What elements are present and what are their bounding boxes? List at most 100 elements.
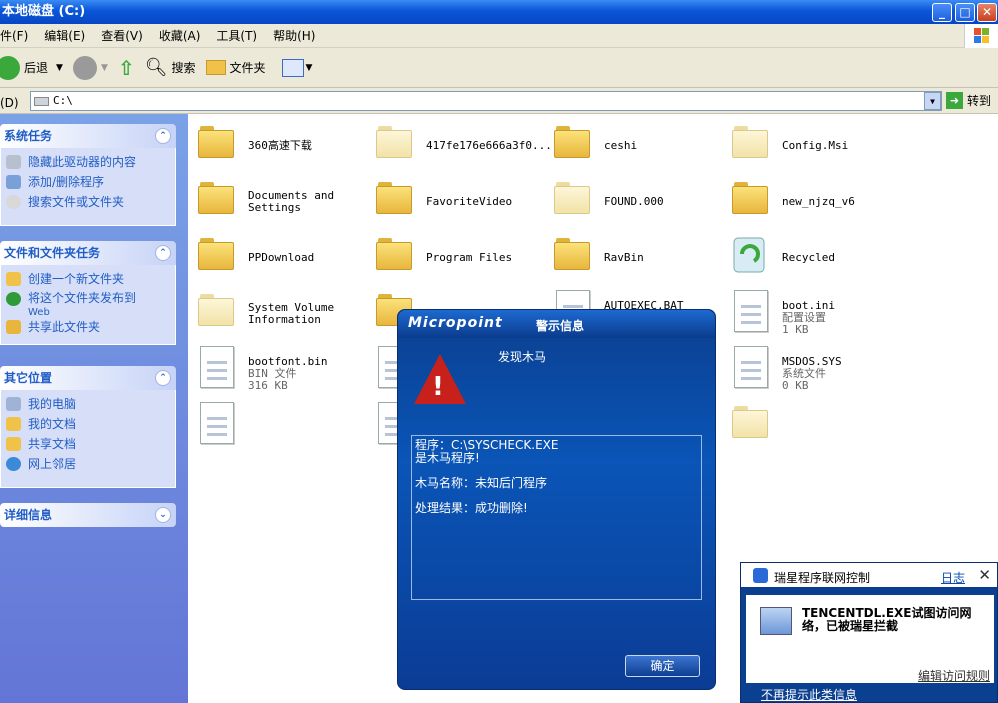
recycle-bin-icon: [730, 232, 768, 274]
folder-icon: [374, 120, 412, 162]
go-arrow-icon: ➜: [946, 92, 963, 109]
place-my-documents[interactable]: 我的文档: [1, 414, 175, 434]
dont-show-again-link[interactable]: 不再提示此类信息: [761, 686, 857, 703]
file-item[interactable]: Config.Msi: [730, 120, 900, 170]
other-places-header[interactable]: 其它位置 ⌃: [0, 366, 176, 390]
file-item[interactable]: PPDownload: [196, 232, 366, 282]
task-hide-drive[interactable]: 隐藏此驱动器的内容: [1, 152, 175, 172]
chevron-down-icon[interactable]: ▼: [101, 63, 108, 73]
ok-button[interactable]: 确定: [625, 655, 700, 677]
documents-icon: [6, 417, 21, 431]
menu-edit[interactable]: 编辑(E): [44, 27, 85, 44]
minimize-button[interactable]: _: [932, 3, 952, 22]
windows-logo-icon: [964, 24, 998, 48]
task-label: 添加/删除程序: [28, 175, 105, 189]
maximize-button[interactable]: □: [955, 3, 975, 22]
alert-trojan-name: 木马名称：未知后门程序: [415, 476, 548, 490]
chevron-down-icon[interactable]: ▼: [306, 63, 313, 73]
network-control-popup: 瑞星程序联网控制 日志 ✕ TENCENTDL.EXE试图访问网络，已被瑞星拦截…: [740, 562, 998, 703]
views-button[interactable]: ▼: [281, 58, 313, 77]
collapse-icon[interactable]: ⌃: [155, 245, 171, 261]
close-button[interactable]: ✕: [977, 3, 997, 22]
up-arrow-icon: ⇧: [117, 55, 135, 80]
folder-icon: [374, 232, 412, 274]
menu-file[interactable]: 件(F): [0, 27, 28, 44]
close-icon[interactable]: ✕: [978, 566, 991, 584]
file-item[interactable]: FOUND.000: [552, 176, 722, 226]
address-path: C:\: [53, 94, 73, 107]
place-label: 共享文档: [28, 437, 77, 451]
back-button[interactable]: 后退 ▼: [0, 55, 63, 80]
search-button[interactable]: 🔍︎ 搜索: [145, 57, 196, 78]
expand-icon[interactable]: ⌄: [155, 507, 171, 523]
system-tasks-header[interactable]: 系统任务 ⌃: [0, 124, 176, 148]
details-header[interactable]: 详细信息 ⌄: [0, 503, 176, 527]
file-item[interactable]: 360高速下载: [196, 120, 366, 170]
task-share-folder[interactable]: 共享此文件夹: [1, 317, 175, 337]
file-item[interactable]: MSDOS.SYS 系统文件 0 KB: [730, 344, 900, 394]
address-input[interactable]: C:\ ▼: [30, 91, 942, 111]
edit-rules-link[interactable]: 编辑访问规则: [918, 667, 990, 684]
address-bar: 址(D) C:\ ▼ ➜ 转到: [0, 88, 998, 114]
file-item[interactable]: Program Files: [374, 232, 544, 282]
collapse-icon[interactable]: ⌃: [155, 128, 171, 144]
task-label: 共享此文件夹: [28, 320, 101, 334]
folder-icon: [552, 120, 590, 162]
task-label: 创建一个新文件夹: [28, 272, 125, 286]
place-shared-documents[interactable]: 共享文档: [1, 434, 175, 454]
collapse-icon[interactable]: ⌃: [155, 370, 171, 386]
drive-icon: [34, 97, 49, 106]
file-item[interactable]: bootfont.bin BIN 文件 316 KB: [196, 344, 366, 394]
file-name: FavoriteVideo: [426, 195, 513, 208]
rising-icon: [753, 568, 768, 583]
back-arrow-icon: [0, 55, 20, 80]
task-publish-web[interactable]: 将这个文件夹发布到 Web: [1, 289, 175, 318]
file-item[interactable]: 417fe176e666a3f0...: [374, 120, 552, 170]
folder-icon: [730, 176, 768, 218]
file-item[interactable]: [730, 400, 900, 450]
place-my-computer[interactable]: 我的电脑: [1, 394, 175, 414]
task-label: 隐藏此驱动器的内容: [28, 155, 137, 169]
file-item[interactable]: FavoriteVideo: [374, 176, 544, 226]
file-item[interactable]: RavBin: [552, 232, 722, 282]
task-search[interactable]: 搜索文件或文件夹: [1, 192, 175, 212]
file-item[interactable]: new_njzq_v6: [730, 176, 900, 226]
file-item[interactable]: boot.ini 配置设置 1 KB: [730, 288, 900, 338]
file-item[interactable]: Recycled: [730, 232, 900, 282]
file-item[interactable]: [196, 400, 366, 450]
drive-icon: [6, 155, 21, 169]
menu-favorites[interactable]: 收藏(A): [159, 27, 201, 44]
go-label: 转到: [967, 94, 992, 108]
popup-titlebar: 瑞星程序联网控制 日志 ✕: [741, 563, 997, 589]
share-folder-icon: [6, 320, 21, 334]
menu-view[interactable]: 查看(V): [101, 27, 143, 44]
popup-title: 瑞星程序联网控制: [774, 571, 871, 585]
task-new-folder[interactable]: 创建一个新文件夹: [1, 269, 175, 289]
details-panel: 详细信息 ⌄: [0, 503, 176, 527]
folders-button[interactable]: 文件夹: [205, 59, 266, 76]
place-label: 网上邻居: [28, 457, 77, 471]
up-folder-button[interactable]: ⇧: [118, 56, 135, 80]
system-tasks-panel: 系统任务 ⌃ 隐藏此驱动器的内容 添加/删除程序 搜索文件或文件夹: [0, 124, 176, 226]
task-add-remove[interactable]: 添加/删除程序: [1, 172, 175, 192]
go-button[interactable]: ➜ 转到: [946, 92, 991, 109]
views-icon: [281, 58, 304, 77]
file-item[interactable]: Documents and Settings: [196, 176, 366, 226]
file-item[interactable]: ceshi: [552, 120, 722, 170]
log-link[interactable]: 日志: [941, 569, 965, 586]
menu-help[interactable]: 帮助(H): [273, 27, 315, 44]
panel-title: 其它位置: [4, 371, 53, 385]
menu-tools[interactable]: 工具(T): [216, 27, 257, 44]
chevron-down-icon[interactable]: ▼: [924, 92, 941, 110]
file-tasks-header[interactable]: 文件和文件夹任务 ⌃: [0, 241, 176, 265]
place-network[interactable]: 网上邻居: [1, 454, 175, 474]
file-item[interactable]: System Volume Information: [196, 288, 366, 338]
file-details: BIN 文件 316 KB: [248, 367, 297, 392]
file-icon: [734, 346, 768, 388]
file-icon: [200, 346, 234, 388]
computer-icon: [6, 397, 21, 411]
file-name: FOUND.000: [604, 195, 664, 208]
forward-button[interactable]: ▼: [72, 55, 108, 80]
folder-icon: [730, 400, 768, 442]
chevron-down-icon[interactable]: ▼: [56, 63, 63, 73]
